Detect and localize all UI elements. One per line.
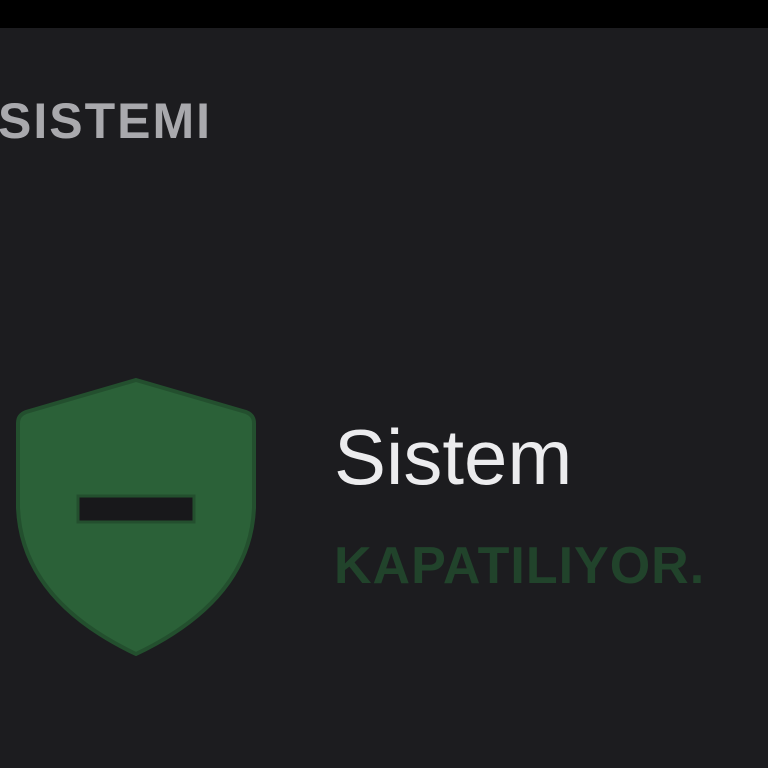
shield-minus-icon [16, 378, 256, 656]
page-title: SISTEMI [0, 93, 213, 149]
shield-minus-bar [76, 494, 196, 524]
status-title: Sistem [334, 413, 573, 501]
top-status-bar [0, 0, 768, 28]
status-subtitle: KAPATILIYOR. [334, 537, 706, 595]
screen: SISTEMI Sistem KAPATILIYOR. [0, 0, 768, 768]
